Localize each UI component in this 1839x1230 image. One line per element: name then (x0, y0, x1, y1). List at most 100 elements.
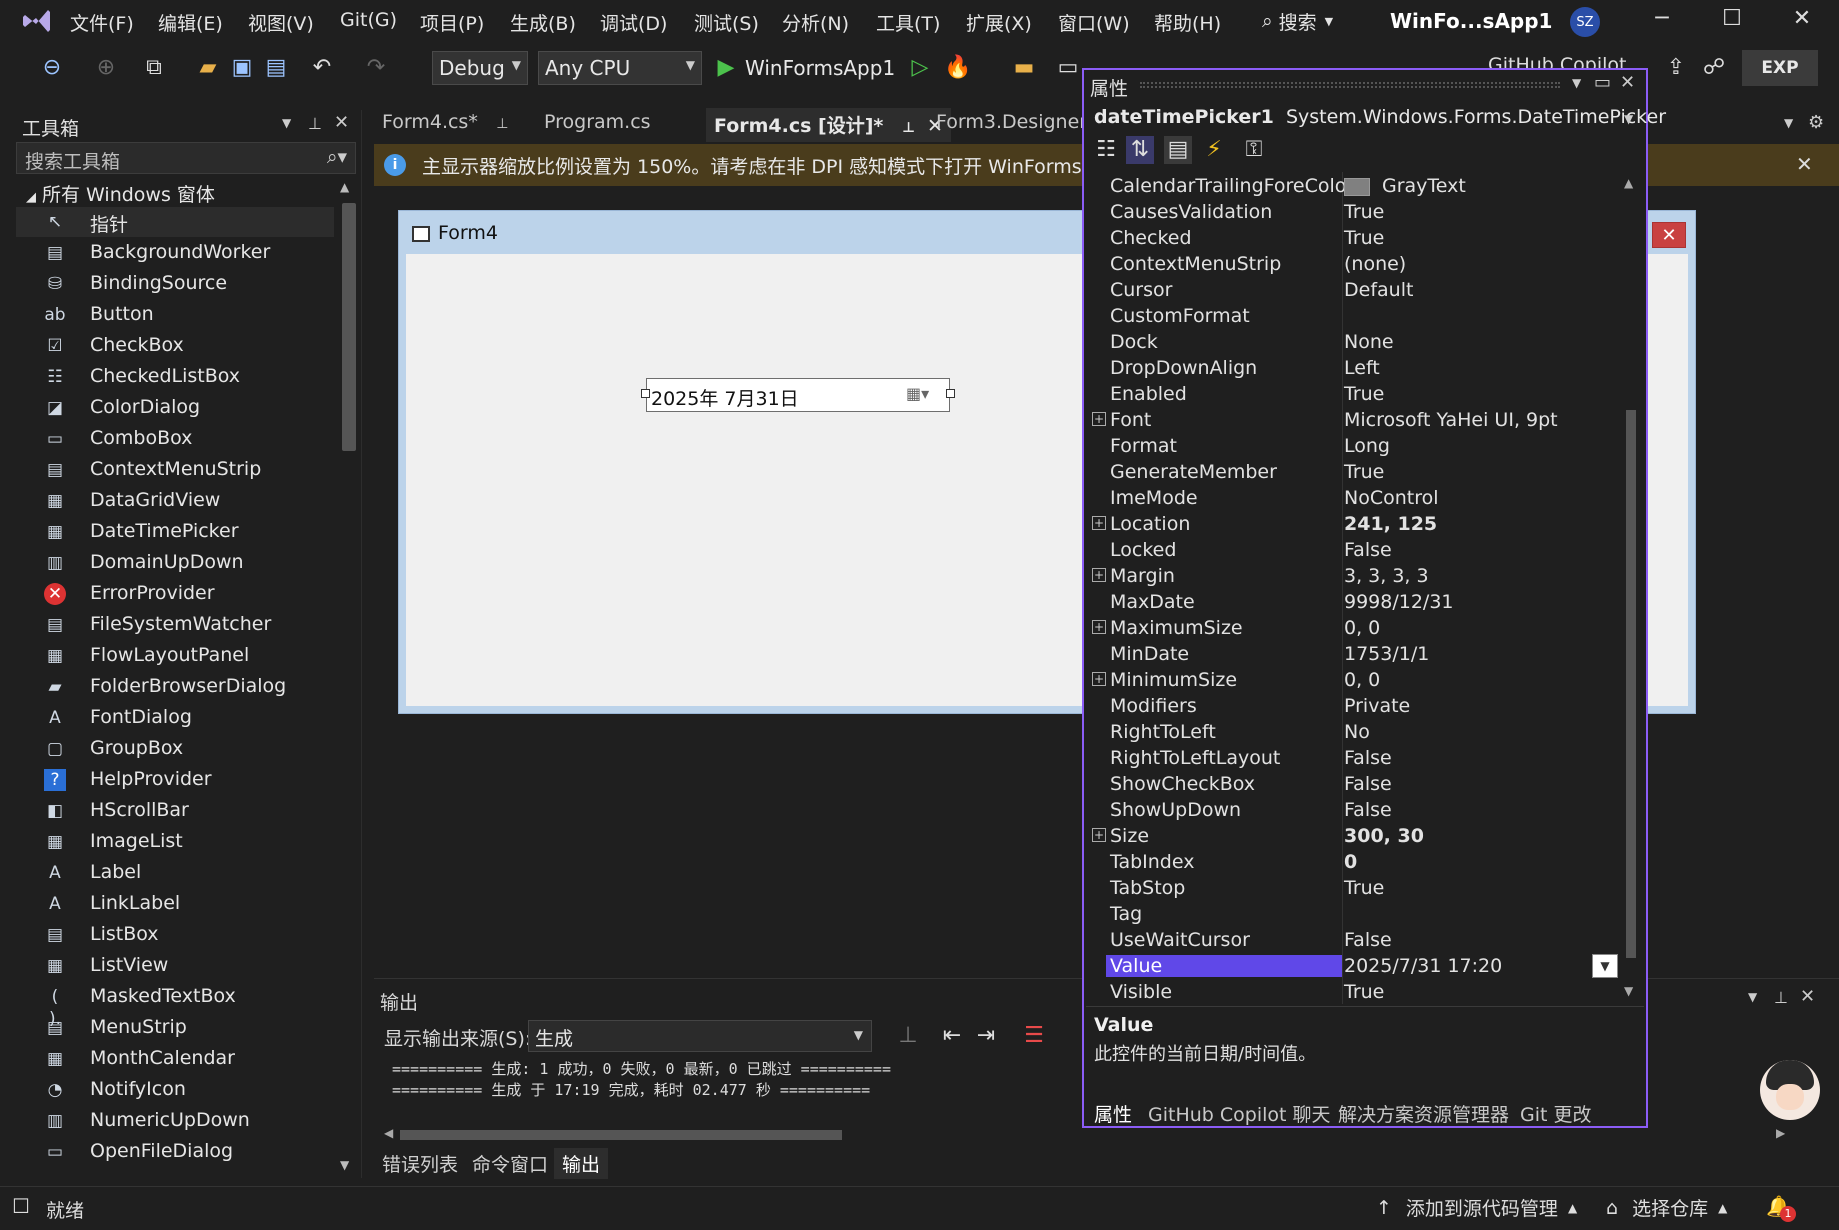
toolbox-item[interactable]: ▰ FolderBrowserDialog (16, 672, 334, 702)
toolbox-item[interactable]: A Label (16, 858, 334, 888)
properties-view-icon[interactable]: ▤ (1164, 136, 1192, 164)
pin-icon[interactable]: ⊥ (308, 114, 322, 133)
toolbox-item[interactable]: ▢ GroupBox (16, 734, 334, 764)
property-value[interactable]: 0, 0 (1344, 669, 1380, 691)
property-row[interactable]: Checked True (1100, 226, 1620, 252)
share-icon[interactable]: ⇪ (1662, 54, 1690, 82)
property-value[interactable]: False (1344, 747, 1392, 769)
tab-document[interactable]: Form4.cs [设计]* ⊥ ✕ (706, 108, 951, 142)
menu-item[interactable]: 项目(P) (420, 9, 484, 36)
menu-item[interactable]: 测试(S) (694, 9, 759, 36)
property-value[interactable]: 0 (1344, 851, 1357, 873)
forward-icon[interactable]: ⊕ (92, 54, 120, 82)
save-all-icon[interactable]: ▤ (262, 54, 290, 82)
toolbox-item[interactable]: ◧ HScrollBar (16, 796, 334, 826)
property-value[interactable]: 9998/12/31 (1344, 591, 1454, 613)
resize-handle-left[interactable] (641, 389, 650, 398)
output-source-select[interactable]: 生成 ▼ (528, 1020, 872, 1052)
property-value[interactable]: Microsoft YaHei UI, 9pt (1344, 409, 1558, 431)
menu-item[interactable]: 扩展(X) (966, 9, 1032, 36)
toolbox-item[interactable]: ▤ MenuStrip (16, 1013, 334, 1043)
property-row[interactable]: Locked False (1100, 538, 1620, 564)
property-row[interactable]: Enabled True (1100, 382, 1620, 408)
select-repository-button[interactable]: ⌂ 选择仓库 ▲ (1606, 1194, 1727, 1221)
menu-item[interactable]: 分析(N) (782, 9, 849, 36)
toolbox-item[interactable]: ▤ BackgroundWorker (16, 238, 334, 268)
scroll-down-icon[interactable]: ▼ (340, 1158, 349, 1172)
toolbox-search-input[interactable]: 搜索工具箱 ⌕▾ (16, 142, 356, 174)
scroll-up-icon[interactable]: ▲ (340, 180, 349, 194)
close-icon[interactable]: ✕ (334, 112, 349, 133)
menu-item[interactable]: 生成(B) (510, 9, 576, 36)
property-row[interactable]: DropDownAlign Left (1100, 356, 1620, 382)
maximize-icon[interactable]: ▭ (1594, 72, 1611, 93)
toolbox-item[interactable]: ▭ ComboBox (16, 424, 334, 454)
property-value[interactable]: True (1344, 201, 1384, 223)
property-row[interactable]: Modifiers Private (1100, 694, 1620, 720)
menu-item[interactable]: 视图(V) (248, 9, 314, 36)
back-icon[interactable]: ⊖ (38, 54, 66, 82)
property-value[interactable]: True (1344, 383, 1384, 405)
redo-icon[interactable]: ↷ (362, 54, 390, 82)
property-row[interactable]: + Location 241, 125 (1092, 512, 1620, 538)
property-row[interactable]: UseWaitCursor False (1100, 928, 1620, 954)
property-row[interactable]: Tag (1100, 902, 1620, 928)
property-row[interactable]: ImeMode NoControl (1100, 486, 1620, 512)
clear-output-icon[interactable]: ⊥ (894, 1022, 922, 1050)
menu-item[interactable]: 工具(T) (876, 9, 940, 36)
events-icon[interactable]: ⚡ (1200, 136, 1228, 164)
menu-item[interactable]: 文件(F) (70, 9, 134, 36)
toolbox-item[interactable]: ▥ DomainUpDown (16, 548, 334, 578)
toolbox-item[interactable]: ▭ OpenFileDialog (16, 1137, 334, 1167)
menu-item[interactable]: Git(G) (340, 9, 397, 31)
property-row[interactable]: RightToLeftLayout False (1100, 746, 1620, 772)
toolbox-item[interactable]: ▦ ListView (16, 951, 334, 981)
property-value[interactable]: Long (1344, 435, 1390, 457)
property-row[interactable]: CalendarTrailingForeColor GrayText (1100, 174, 1620, 200)
resize-handle-right[interactable] (946, 389, 955, 398)
property-value[interactable]: None (1344, 331, 1394, 353)
tab-properties-bottom[interactable]: 解决方案资源管理器 (1338, 1100, 1509, 1127)
window-icon[interactable]: ▭ (1054, 54, 1082, 82)
property-row[interactable]: + MaximumSize 0, 0 (1092, 616, 1620, 642)
toolbox-item[interactable]: A FontDialog (16, 703, 334, 733)
property-row[interactable]: CausesValidation True (1100, 200, 1620, 226)
properties-object-selector[interactable]: dateTimePicker1 System.Windows.Forms.Dat… (1094, 106, 1666, 128)
toolbox-item[interactable]: ◔ NotifyIcon (16, 1075, 334, 1105)
property-value[interactable]: False (1344, 929, 1392, 951)
add-to-source-control-button[interactable]: ↑ 添加到源代码管理 ▲ (1376, 1194, 1577, 1221)
chevron-down-icon[interactable]: ▼ (1784, 116, 1793, 130)
minimize-icon[interactable]: ─ (1642, 6, 1682, 36)
menu-item[interactable]: 调试(D) (600, 9, 667, 36)
expand-icon[interactable]: + (1092, 516, 1106, 530)
property-row[interactable]: CustomFormat (1100, 304, 1620, 330)
property-value[interactable]: GrayText (1344, 175, 1466, 197)
expand-icon[interactable]: + (1092, 620, 1106, 634)
hot-reload-icon[interactable]: 🔥 (944, 54, 972, 82)
toolbox-item[interactable]: ↖ 指针 (16, 207, 334, 237)
tab-document[interactable]: Program.cs (536, 108, 659, 142)
next-message-icon[interactable]: ⇥ (972, 1022, 1000, 1050)
property-value[interactable]: 1753/1/1 (1344, 643, 1429, 665)
menu-item[interactable]: 窗口(W) (1058, 9, 1130, 36)
run-target-button[interactable]: WinFormsApp1 (745, 56, 895, 80)
toolbox-item[interactable]: ab Button (16, 300, 334, 330)
toolbox-item[interactable]: ▦ DataGridView (16, 486, 334, 516)
property-value[interactable]: Left (1344, 357, 1380, 379)
property-row[interactable]: + Font Microsoft YaHei UI, 9pt (1092, 408, 1620, 434)
property-value[interactable]: NoControl (1344, 487, 1439, 509)
new-project-icon[interactable]: ⧉ (140, 54, 168, 82)
toolbox-item[interactable]: ▥ NumericUpDown (16, 1106, 334, 1136)
drag-grip[interactable] (1140, 82, 1560, 88)
tab-properties-bottom[interactable]: GitHub Copilot 聊天 (1148, 1100, 1331, 1127)
scroll-up-icon[interactable]: ▲ (1624, 176, 1633, 190)
property-pages-icon[interactable]: ⚿ (1240, 136, 1268, 164)
value-dropdown-button[interactable]: ▼ (1592, 954, 1618, 978)
property-value[interactable]: 0, 0 (1344, 617, 1380, 639)
chevron-down-icon[interactable]: ▼ (1624, 112, 1633, 126)
property-value[interactable]: False (1344, 799, 1392, 821)
expand-icon[interactable]: + (1092, 568, 1106, 582)
toolbox-item[interactable]: ▦ DateTimePicker (16, 517, 334, 547)
toolbox-item[interactable]: ☷ CheckedListBox (16, 362, 334, 392)
toolbox-item[interactable]: ▦ FlowLayoutPanel (16, 641, 334, 671)
